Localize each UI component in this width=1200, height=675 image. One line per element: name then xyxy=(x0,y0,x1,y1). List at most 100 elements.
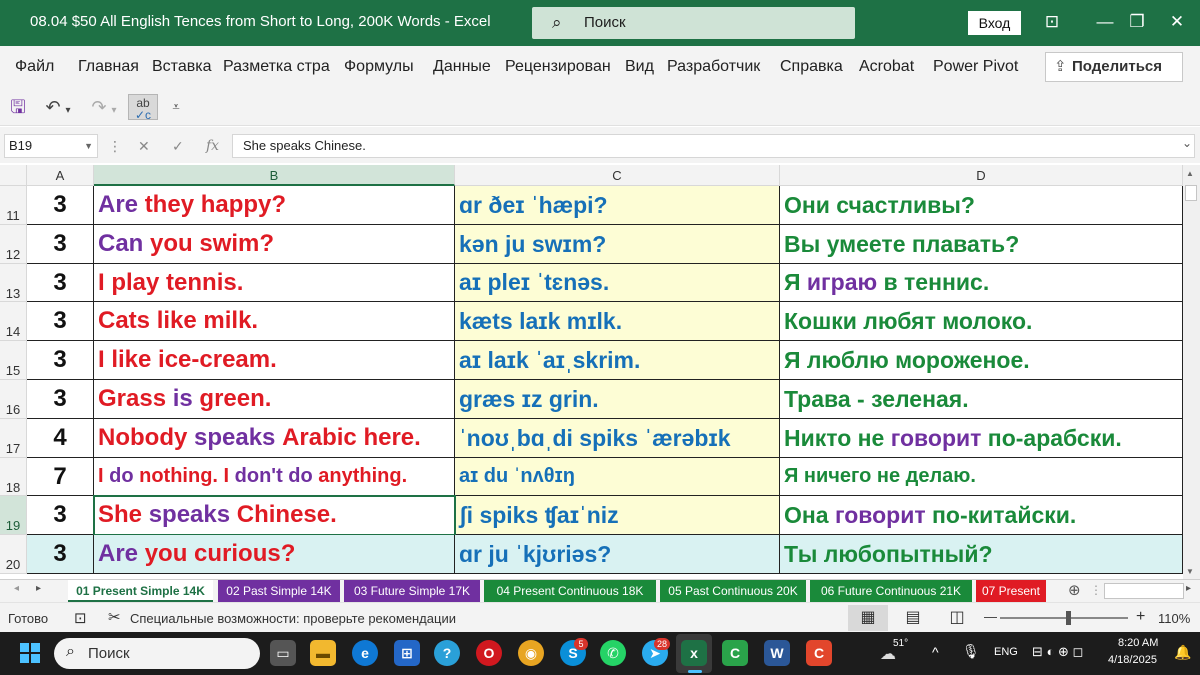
ribbon-display-icon[interactable]: ⊡ xyxy=(1037,10,1067,34)
column-header-b[interactable]: B xyxy=(94,165,455,186)
prev-sheet-icon[interactable]: ◂ xyxy=(14,583,19,594)
cell-transcription[interactable]: aɪ laɪk ˈaɪˌskrim. xyxy=(455,341,780,380)
cell-transcription[interactable]: kən ju swɪm? xyxy=(455,225,780,264)
row-header[interactable]: 18 xyxy=(0,458,27,496)
recorder-icon[interactable]: C xyxy=(806,640,832,666)
sheet-tab[interactable]: 05 Past Continuous 20K xyxy=(660,580,806,602)
cell-english[interactable]: Cats like milk. xyxy=(94,302,455,341)
signin-button[interactable]: Вход xyxy=(968,11,1021,35)
cell-russian[interactable]: Я играю в теннис. xyxy=(780,264,1183,302)
column-header-a[interactable]: A xyxy=(27,165,94,186)
opera-icon[interactable]: O xyxy=(476,640,502,666)
row-header[interactable]: 11 xyxy=(0,186,27,225)
notifications-icon[interactable]: 🔔 xyxy=(1174,644,1191,661)
input-language[interactable]: ENG xyxy=(994,646,1018,658)
column-header-c[interactable]: C xyxy=(455,165,780,186)
sheet-tab[interactable]: 01 Present Simple 14K xyxy=(68,580,213,602)
cell-count[interactable]: 3 xyxy=(27,380,94,419)
minimize-icon[interactable]: — xyxy=(1090,10,1120,34)
ribbon-tab[interactable]: Рецензирован xyxy=(505,58,611,76)
taskbar-search[interactable]: ⌕ Поиск xyxy=(54,638,260,669)
cell-count[interactable]: 3 xyxy=(27,496,94,535)
ribbon-tab[interactable]: Power Pivot xyxy=(933,58,1018,76)
cell-english[interactable]: Are they happy? xyxy=(94,186,455,225)
sheet-tab[interactable]: 06 Future Continuous 21K xyxy=(810,580,972,602)
clock-time[interactable]: 8:20 AM xyxy=(1118,637,1158,649)
undo-icon[interactable]: ↶ ▾ xyxy=(40,94,76,120)
ribbon-tab[interactable]: Разметка стра xyxy=(223,58,330,76)
row-header[interactable]: 15 xyxy=(0,341,27,380)
ribbon-tab[interactable]: Разработчик xyxy=(667,58,760,76)
page-layout-icon[interactable]: ▤ xyxy=(900,605,926,631)
customize-qat-icon[interactable]: ⩡ xyxy=(166,94,186,120)
cell-transcription[interactable]: ɑr ju ˈkjʊriəs? xyxy=(455,535,780,574)
horizontal-scrollbar[interactable] xyxy=(1104,583,1184,599)
cell-count[interactable]: 3 xyxy=(27,535,94,574)
store-icon[interactable]: ⊞ xyxy=(394,640,420,666)
sheet-tab[interactable]: 07 Present xyxy=(976,580,1046,602)
camtasia-icon[interactable]: C xyxy=(722,640,748,666)
zoom-slider-thumb[interactable] xyxy=(1066,611,1071,625)
select-all-corner[interactable] xyxy=(0,165,27,186)
ribbon-tab[interactable]: Вид xyxy=(625,58,654,76)
share-button[interactable]: ⇪ Поделиться xyxy=(1045,52,1183,82)
cell-transcription[interactable]: græs ɪz grin. xyxy=(455,380,780,419)
cell-russian[interactable]: Я ничего не делаю. xyxy=(780,458,1183,496)
cell-count[interactable]: 3 xyxy=(27,341,94,380)
chrome-icon[interactable]: ◉ xyxy=(518,640,544,666)
redo-icon[interactable]: ↷ ▾ xyxy=(86,94,122,120)
formula-input[interactable]: She speaks Chinese. xyxy=(232,134,1195,158)
expand-formula-icon[interactable]: ⌄ xyxy=(1182,136,1192,150)
zoom-in-icon[interactable]: + xyxy=(1136,608,1145,626)
cell-transcription[interactable]: aɪ du ˈnʌθɪŋ xyxy=(455,458,780,496)
windows-start-icon[interactable] xyxy=(20,643,40,663)
worksheet-grid[interactable]: ABCD 11 3 Are they happy? ɑr ðeɪ ˈhæpi? Они … xyxy=(0,165,1183,579)
cell-english[interactable]: Nobody speaks Arabic here. xyxy=(94,419,455,458)
add-sheet-icon[interactable]: ⊕ xyxy=(1068,581,1081,599)
normal-view-icon[interactable]: ▦ xyxy=(848,605,888,631)
cell-russian[interactable]: Трава - зеленая. xyxy=(780,380,1183,419)
column-header-d[interactable]: D xyxy=(780,165,1183,186)
page-break-icon[interactable]: ◫ xyxy=(944,605,970,631)
more-sheets-icon[interactable]: ⋮ xyxy=(1090,583,1102,597)
zoom-level[interactable]: 110% xyxy=(1158,611,1190,626)
whatsapp-icon[interactable]: ✆ xyxy=(600,640,626,666)
vertical-scrollbar[interactable]: ▲ ▼ xyxy=(1183,165,1200,579)
row-header[interactable]: 19 xyxy=(0,496,27,535)
insert-function-icon[interactable]: fx xyxy=(206,138,219,154)
cell-english[interactable]: I play tennis. xyxy=(94,264,455,302)
clock-date[interactable]: 4/18/2025 xyxy=(1108,654,1157,666)
row-header[interactable]: 16 xyxy=(0,380,27,419)
cell-english[interactable]: Are you curious? xyxy=(94,535,455,574)
row-header[interactable]: 17 xyxy=(0,419,27,458)
accessibility-status[interactable]: Специальные возможности: проверьте реком… xyxy=(130,611,456,626)
macro-record-icon[interactable]: ⊡ xyxy=(74,609,87,627)
cell-english[interactable]: I do nothing. I don't do anything. xyxy=(94,458,455,496)
sheet-tab[interactable]: 02 Past Simple 14K xyxy=(218,580,340,602)
row-header[interactable]: 14 xyxy=(0,302,27,341)
cell-transcription[interactable]: aɪ pleɪ ˈtɛnəs. xyxy=(455,264,780,302)
row-header[interactable]: 20 xyxy=(0,535,27,574)
cell-count[interactable]: 4 xyxy=(27,419,94,458)
cell-english[interactable]: I like ice-cream. xyxy=(94,341,455,380)
cell-russian[interactable]: Кошки любят молоко. xyxy=(780,302,1183,341)
cell-count[interactable]: 3 xyxy=(27,225,94,264)
next-sheet-icon[interactable]: ▸ xyxy=(36,583,41,594)
ribbon-tab[interactable]: Главная xyxy=(78,58,139,76)
edge-icon[interactable]: e xyxy=(352,640,378,666)
help-icon[interactable]: ? xyxy=(434,640,460,666)
cell-english[interactable]: Can you swim? xyxy=(94,225,455,264)
row-header[interactable]: 12 xyxy=(0,225,27,264)
cell-count[interactable]: 3 xyxy=(27,186,94,225)
cell-russian[interactable]: Вы умеете плавать? xyxy=(780,225,1183,264)
cancel-icon[interactable]: ✕ xyxy=(138,138,150,155)
spellcheck-icon[interactable]: ab ✓c xyxy=(128,94,158,121)
cell-transcription[interactable]: ɑr ðeɪ ˈhæpi? xyxy=(455,186,780,225)
cell-count[interactable]: 3 xyxy=(27,302,94,341)
sheet-tab[interactable]: 04 Present Continuous 18K xyxy=(484,580,656,602)
sheet-tab[interactable]: 03 Future Simple 17K xyxy=(344,580,480,602)
tray-icons[interactable]: ⊟ ◐ ⊕ ◻ xyxy=(1032,644,1083,660)
row-header[interactable]: 13 xyxy=(0,264,27,302)
ribbon-tab[interactable]: Формулы xyxy=(344,58,414,76)
zoom-slider[interactable] xyxy=(1000,617,1128,619)
